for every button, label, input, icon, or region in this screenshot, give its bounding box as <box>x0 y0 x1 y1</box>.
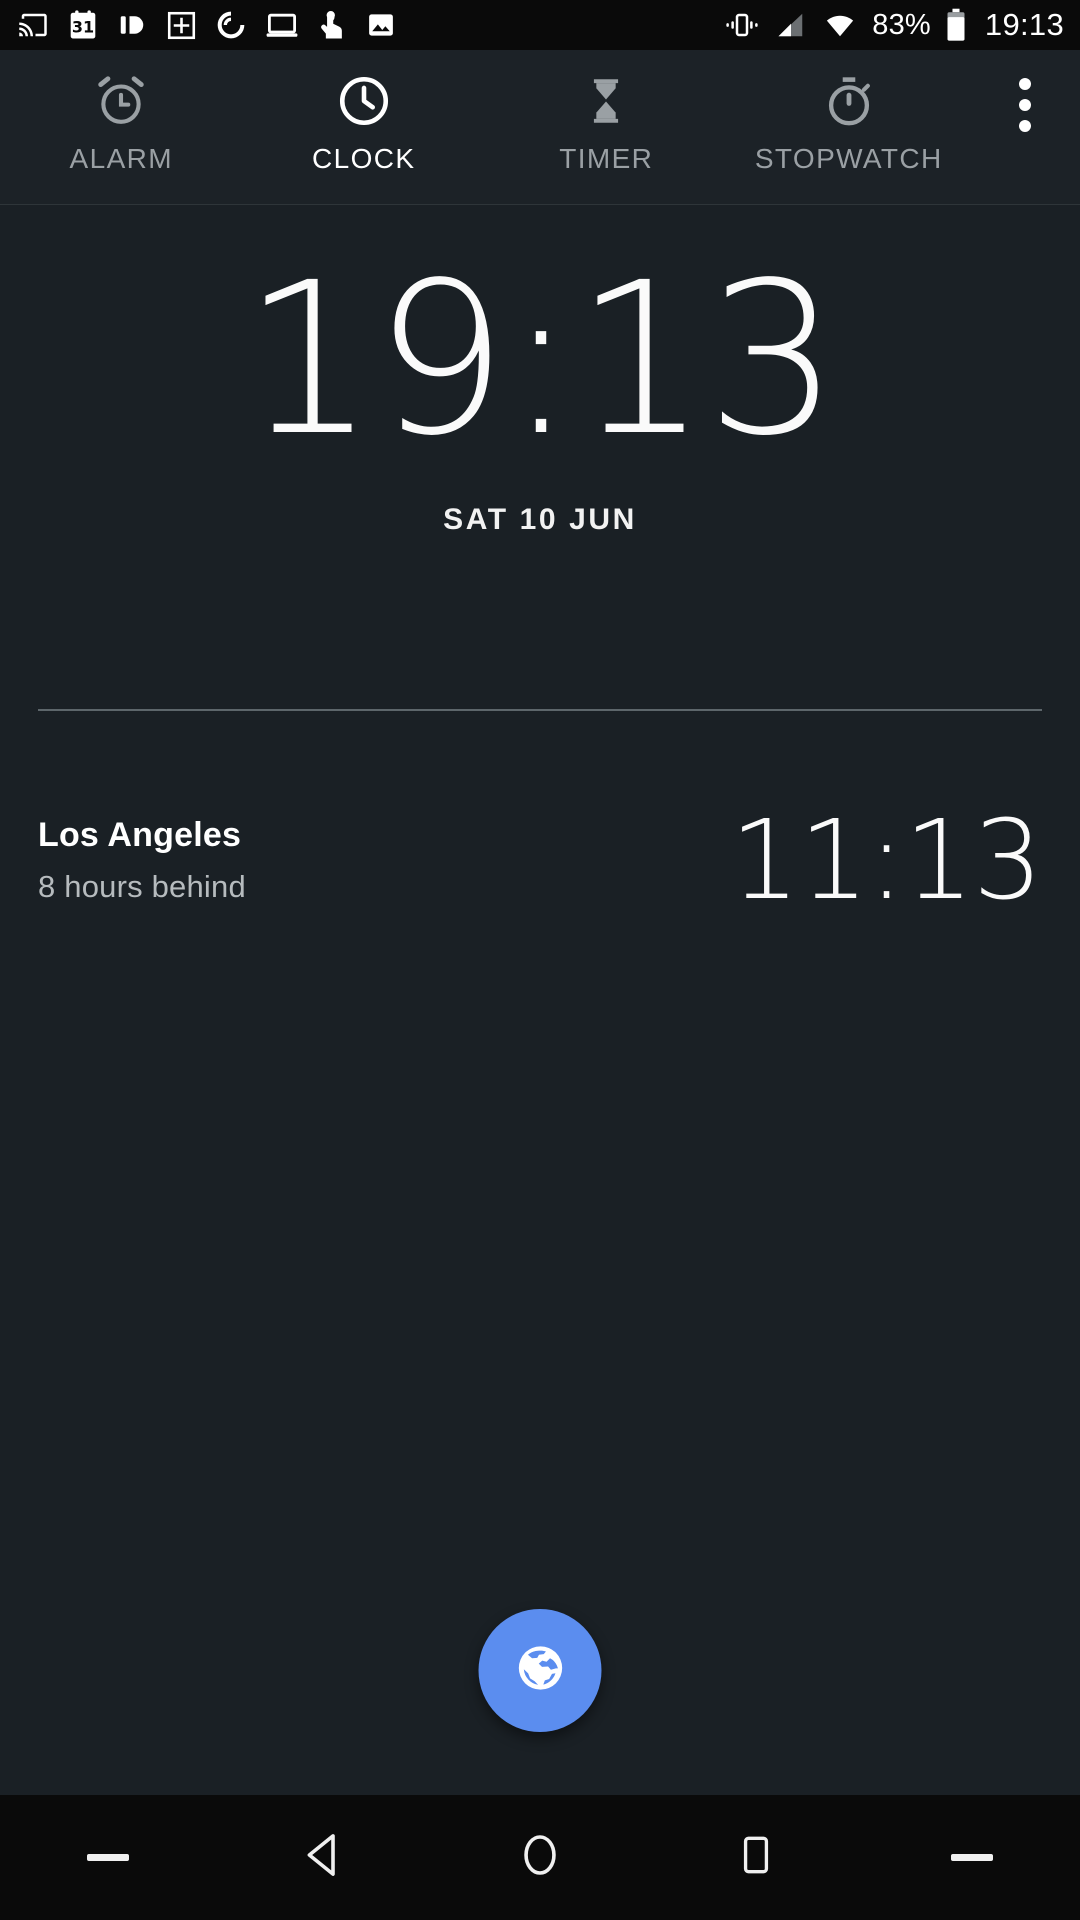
tab-list: ALARM CLOCK TIMER STOPWATCH <box>0 50 970 205</box>
status-notification-icons: 31 <box>16 9 724 41</box>
back-triangle-icon <box>297 1828 351 1887</box>
tab-timer-label: TIMER <box>559 143 654 174</box>
alarm-clock-icon <box>92 72 150 130</box>
cast-icon <box>19 13 47 37</box>
vibrate-icon <box>726 13 758 37</box>
calendar-icon: 31 <box>70 10 96 39</box>
overflow-dot <box>1019 120 1031 132</box>
stopwatch-icon <box>820 72 878 130</box>
globe-icon <box>514 1642 566 1699</box>
world-clock-city: Los Angeles <box>38 815 242 854</box>
status-system-icons: 83% 19:13 <box>724 7 1064 43</box>
dash-icon <box>951 1854 993 1861</box>
tab-alarm[interactable]: ALARM <box>0 50 243 205</box>
grid-photo-icon <box>167 11 196 39</box>
nav-recents-button[interactable] <box>648 1795 864 1920</box>
overflow-dot <box>1019 99 1031 111</box>
nav-left-dash[interactable] <box>0 1795 216 1920</box>
main-clock-date: SAT 10 JUN <box>443 503 637 536</box>
tab-bar-divider <box>0 204 1080 205</box>
pushbullet-icon <box>120 16 144 34</box>
overflow-menu-icon[interactable] <box>970 50 1080 205</box>
wifi-icon <box>827 15 854 37</box>
nav-right-dash[interactable] <box>864 1795 1080 1920</box>
tab-bar: ALARM CLOCK TIMER STOPWATCH <box>0 50 1080 205</box>
clock-app-screen: 31 83% 19:13 ALARM CLOCK TIMER STOPWATCH… <box>0 0 1080 1920</box>
world-clock-info: Los Angeles 8 hours behind <box>38 816 730 905</box>
laptop-icon <box>266 13 298 37</box>
tab-clock[interactable]: CLOCK <box>243 50 486 205</box>
dash-icon <box>87 1854 129 1861</box>
navigation-bar <box>0 1795 1080 1920</box>
tab-stopwatch[interactable]: STOPWATCH <box>728 50 971 205</box>
pocket-casts-icon <box>217 11 245 39</box>
hourglass-timer-icon <box>577 72 635 130</box>
svg-text:31: 31 <box>72 17 94 36</box>
tab-clock-label: CLOCK <box>312 143 416 174</box>
world-clock-row[interactable]: Los Angeles 8 hours behind 11:13 <box>0 790 1080 930</box>
overflow-dots <box>1019 78 1031 132</box>
image-icon <box>369 14 393 36</box>
clock-icon <box>335 72 393 130</box>
status-bar: 31 83% 19:13 <box>0 0 1080 50</box>
world-clock-offset: 8 hours behind <box>38 868 246 904</box>
nav-back-button[interactable] <box>216 1795 432 1920</box>
main-clock-time: 19:13 <box>242 237 839 482</box>
signal-icon <box>778 13 803 37</box>
world-clock-divider <box>38 709 1042 711</box>
tab-alarm-label: ALARM <box>69 143 173 174</box>
recents-square-icon <box>731 1830 781 1885</box>
main-clock: 19:13 SAT 10 JUN <box>0 255 1080 537</box>
status-bar-clock: 19:13 <box>984 7 1064 42</box>
world-clock-list: Los Angeles 8 hours behind 11:13 <box>0 790 1080 930</box>
home-circle-icon <box>513 1828 567 1887</box>
battery-percent-label: 83% <box>872 8 931 41</box>
add-city-fab[interactable] <box>478 1609 602 1732</box>
overflow-dot <box>1019 78 1031 90</box>
world-clock-time: 11:13 <box>729 796 1043 924</box>
touch-pointer-icon <box>321 10 342 39</box>
tab-stopwatch-label: STOPWATCH <box>754 143 943 174</box>
tab-timer[interactable]: TIMER <box>485 50 728 205</box>
nav-home-button[interactable] <box>432 1795 648 1920</box>
battery-icon <box>947 8 965 41</box>
